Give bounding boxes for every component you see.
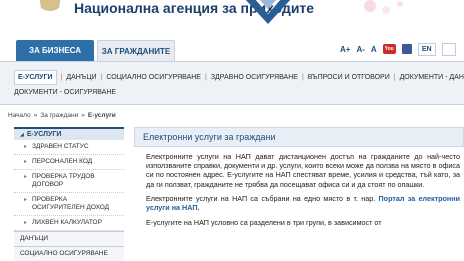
left-nav-item-personal-code[interactable]: ПЕРСОНАЛЕН КОД bbox=[14, 155, 124, 170]
submenu-separator: | bbox=[100, 74, 103, 81]
chevron-down-icon: ◢ bbox=[20, 131, 24, 138]
submenu-item-tax-documents[interactable]: ДОКУМЕНТИ - ДАН bbox=[400, 74, 464, 81]
submenu-item-health-insurance[interactable]: ЗДРАВНО ОСИГУРЯВАНЕ bbox=[211, 74, 298, 81]
left-nav-item-interest-calculator[interactable]: ЛИХВЕН КАЛКУЛАТОР bbox=[14, 216, 124, 231]
toolbar: A+ A- A You EN bbox=[340, 41, 456, 57]
font-increase-button[interactable]: A+ bbox=[340, 45, 350, 54]
submenu-row-2: ДОКУМЕНТИ - ОСИГУРЯВАНЕ bbox=[14, 89, 116, 96]
submenu-item-e-services[interactable]: Е-УСЛУГИ bbox=[14, 70, 57, 85]
submenu-item-insurance-documents[interactable]: ДОКУМЕНТИ - ОСИГУРЯВАНЕ bbox=[14, 89, 116, 96]
submenu: Е-УСЛУГИ | ДАНЪЦИ | СОЦИАЛНО ОСИГУРЯВАНЕ… bbox=[0, 61, 464, 105]
social-icon[interactable] bbox=[401, 44, 412, 54]
left-nav-item-insurance-income[interactable]: ПРОВЕРКА ОСИГУРИТЕЛЕН ДОХОД bbox=[14, 193, 124, 216]
breadcrumb-home[interactable]: Начало bbox=[8, 112, 31, 119]
youtube-icon[interactable]: You bbox=[382, 44, 396, 54]
submenu-item-taxes[interactable]: ДАНЪЦИ bbox=[66, 74, 96, 81]
breadcrumb-separator: » bbox=[33, 112, 38, 119]
tab-citizens[interactable]: ЗА ГРАЖДАНИТЕ bbox=[97, 40, 175, 61]
intro-paragraph: Електронните услуги на НАП дават дистанц… bbox=[146, 152, 460, 189]
submenu-item-social-insurance[interactable]: СОЦИАЛНО ОСИГУРЯВАНЕ bbox=[106, 74, 201, 81]
portal-paragraph: Електронните услуги на НАП са събрани на… bbox=[134, 194, 464, 212]
font-decrease-button[interactable]: A- bbox=[356, 45, 364, 54]
main-content: Електронни услуги за граждани Електронни… bbox=[134, 127, 464, 261]
breadcrumb-current: Е-услуги bbox=[87, 112, 116, 119]
left-nav-item-employment-contract[interactable]: ПРОВЕРКА ТРУДОВ ДОГОВОР bbox=[14, 170, 124, 193]
page-title: Електронни услуги за граждани bbox=[134, 127, 464, 147]
submenu-separator: | bbox=[301, 74, 304, 81]
search-input[interactable] bbox=[441, 42, 456, 56]
coat-of-arms-icon[interactable] bbox=[35, 0, 65, 14]
submenu-row-1: Е-УСЛУГИ | ДАНЪЦИ | СОЦИАЛНО ОСИГУРЯВАНЕ… bbox=[14, 70, 464, 85]
submenu-separator: | bbox=[393, 74, 396, 81]
left-nav-header-label: Е-УСЛУГИ bbox=[26, 131, 62, 138]
left-nav-section-social-insurance[interactable]: СОЦИАЛНО ОСИГУРЯВАНЕ bbox=[14, 246, 124, 261]
submenu-separator: | bbox=[60, 74, 63, 81]
left-nav: ◢ Е-УСЛУГИ ЗДРАВЕН СТАТУС ПЕРСОНАЛЕН КОД… bbox=[14, 127, 124, 261]
breadcrumb: Начало » За граждани » Е-услуги bbox=[8, 112, 116, 119]
left-nav-item-health-status[interactable]: ЗДРАВЕН СТАТУС bbox=[14, 140, 124, 155]
nap-logo-icon[interactable] bbox=[238, 0, 298, 28]
tab-business[interactable]: ЗА БИЗНЕСА bbox=[16, 40, 94, 61]
submenu-item-faq[interactable]: ВЪПРОСИ И ОТГОВОРИ bbox=[308, 74, 390, 81]
site-header: Национална агенция за приходите bbox=[0, 0, 464, 36]
left-nav-section-taxes[interactable]: ДАНЪЦИ bbox=[14, 231, 124, 246]
decorative-dots-icon bbox=[364, 0, 403, 14]
submenu-separator: | bbox=[204, 74, 207, 81]
print-button[interactable]: A bbox=[371, 45, 377, 54]
breadcrumb-citizens[interactable]: За граждани bbox=[40, 112, 78, 119]
groups-paragraph: Е-услугите на НАП условно са разделени в… bbox=[146, 218, 382, 228]
breadcrumb-separator: » bbox=[81, 112, 85, 119]
left-nav-header[interactable]: ◢ Е-УСЛУГИ bbox=[14, 127, 124, 140]
language-switch[interactable]: EN bbox=[417, 42, 436, 56]
portal-paragraph-text: Електронните услуги на НАП са събрани на… bbox=[146, 193, 376, 203]
